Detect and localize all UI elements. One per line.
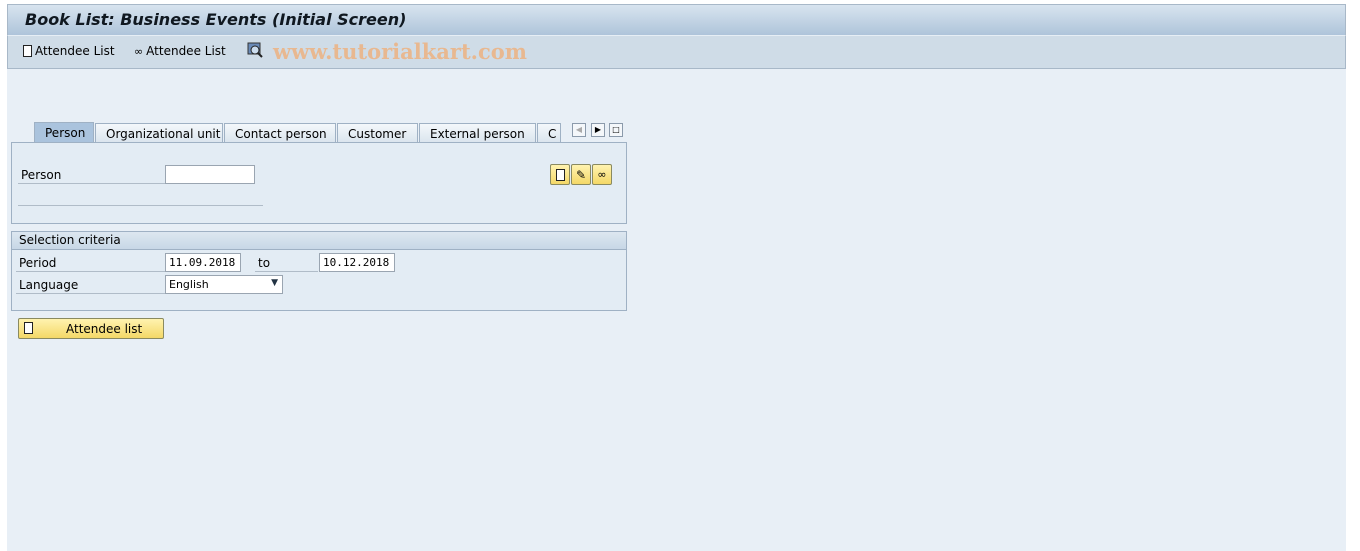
create-attendee-list-button[interactable]: Attendee List bbox=[23, 44, 115, 58]
to-label: to bbox=[255, 255, 318, 272]
group-title: Selection criteria bbox=[12, 232, 626, 250]
page-title: Book List: Business Events (Initial Scre… bbox=[25, 10, 407, 29]
search-button[interactable] bbox=[247, 42, 263, 58]
tab-label: Organizational unit bbox=[106, 127, 221, 141]
list-icon: □ bbox=[612, 125, 620, 134]
tab-person[interactable]: Person bbox=[34, 122, 94, 143]
period-label: Period bbox=[16, 255, 165, 272]
divider bbox=[18, 205, 263, 206]
button-label: Attendee List bbox=[35, 44, 115, 58]
glasses-icon: ∞ bbox=[597, 168, 607, 181]
arrow-left-icon: ◀ bbox=[575, 125, 583, 134]
person-label: Person bbox=[18, 167, 165, 184]
sap-window: Book List: Business Events (Initial Scre… bbox=[7, 4, 1346, 551]
tab-organizational-unit[interactable]: Organizational unit bbox=[95, 123, 223, 142]
tab-label: Person bbox=[45, 126, 86, 140]
person-tab-panel: Person ✎ ∞ bbox=[11, 142, 627, 224]
language-label: Language bbox=[16, 277, 165, 294]
scroll-tabs-left-button[interactable]: ◀ bbox=[572, 123, 586, 137]
button-label: Attendee list bbox=[66, 322, 143, 336]
document-icon bbox=[555, 168, 565, 181]
change-button[interactable]: ✎ bbox=[571, 164, 591, 185]
tab-label: External person bbox=[430, 127, 525, 141]
selected-value: English bbox=[169, 278, 209, 291]
tab-customer[interactable]: Customer bbox=[337, 123, 418, 142]
display-attendee-list-button[interactable]: ∞ Attendee List bbox=[134, 44, 226, 58]
person-input[interactable] bbox=[165, 165, 255, 184]
display-button[interactable]: ∞ bbox=[592, 164, 612, 185]
title-bar: Book List: Business Events (Initial Scre… bbox=[7, 4, 1346, 35]
period-to-input[interactable] bbox=[319, 253, 395, 272]
document-icon bbox=[24, 322, 33, 334]
tab-label: Customer bbox=[348, 127, 407, 141]
language-select[interactable]: English ▼ bbox=[165, 275, 283, 294]
watermark: www.tutorialkart.com bbox=[273, 39, 527, 64]
tab-more[interactable]: C bbox=[537, 123, 561, 142]
selection-criteria-group: Selection criteria Period to Language En… bbox=[11, 231, 627, 311]
create-button[interactable] bbox=[550, 164, 570, 185]
tab-list-button[interactable]: □ bbox=[609, 123, 623, 137]
tab-label: C bbox=[548, 127, 557, 141]
attendee-list-button[interactable]: Attendee list bbox=[18, 318, 164, 339]
glasses-icon: ∞ bbox=[134, 44, 144, 58]
period-from-input[interactable] bbox=[165, 253, 241, 272]
search-icon bbox=[247, 42, 263, 58]
scroll-tabs-right-button[interactable]: ▶ bbox=[591, 123, 605, 137]
tab-label: Contact person bbox=[235, 127, 327, 141]
button-label: Attendee List bbox=[146, 44, 226, 58]
application-toolbar: Attendee List ∞ Attendee List www.tutoria… bbox=[7, 35, 1346, 69]
arrow-right-icon: ▶ bbox=[594, 125, 602, 134]
document-icon bbox=[23, 45, 32, 57]
pencil-icon: ✎ bbox=[575, 167, 587, 182]
chevron-down-icon: ▼ bbox=[271, 278, 278, 288]
tab-external-person[interactable]: External person bbox=[419, 123, 536, 142]
tab-contact-person[interactable]: Contact person bbox=[224, 123, 336, 142]
